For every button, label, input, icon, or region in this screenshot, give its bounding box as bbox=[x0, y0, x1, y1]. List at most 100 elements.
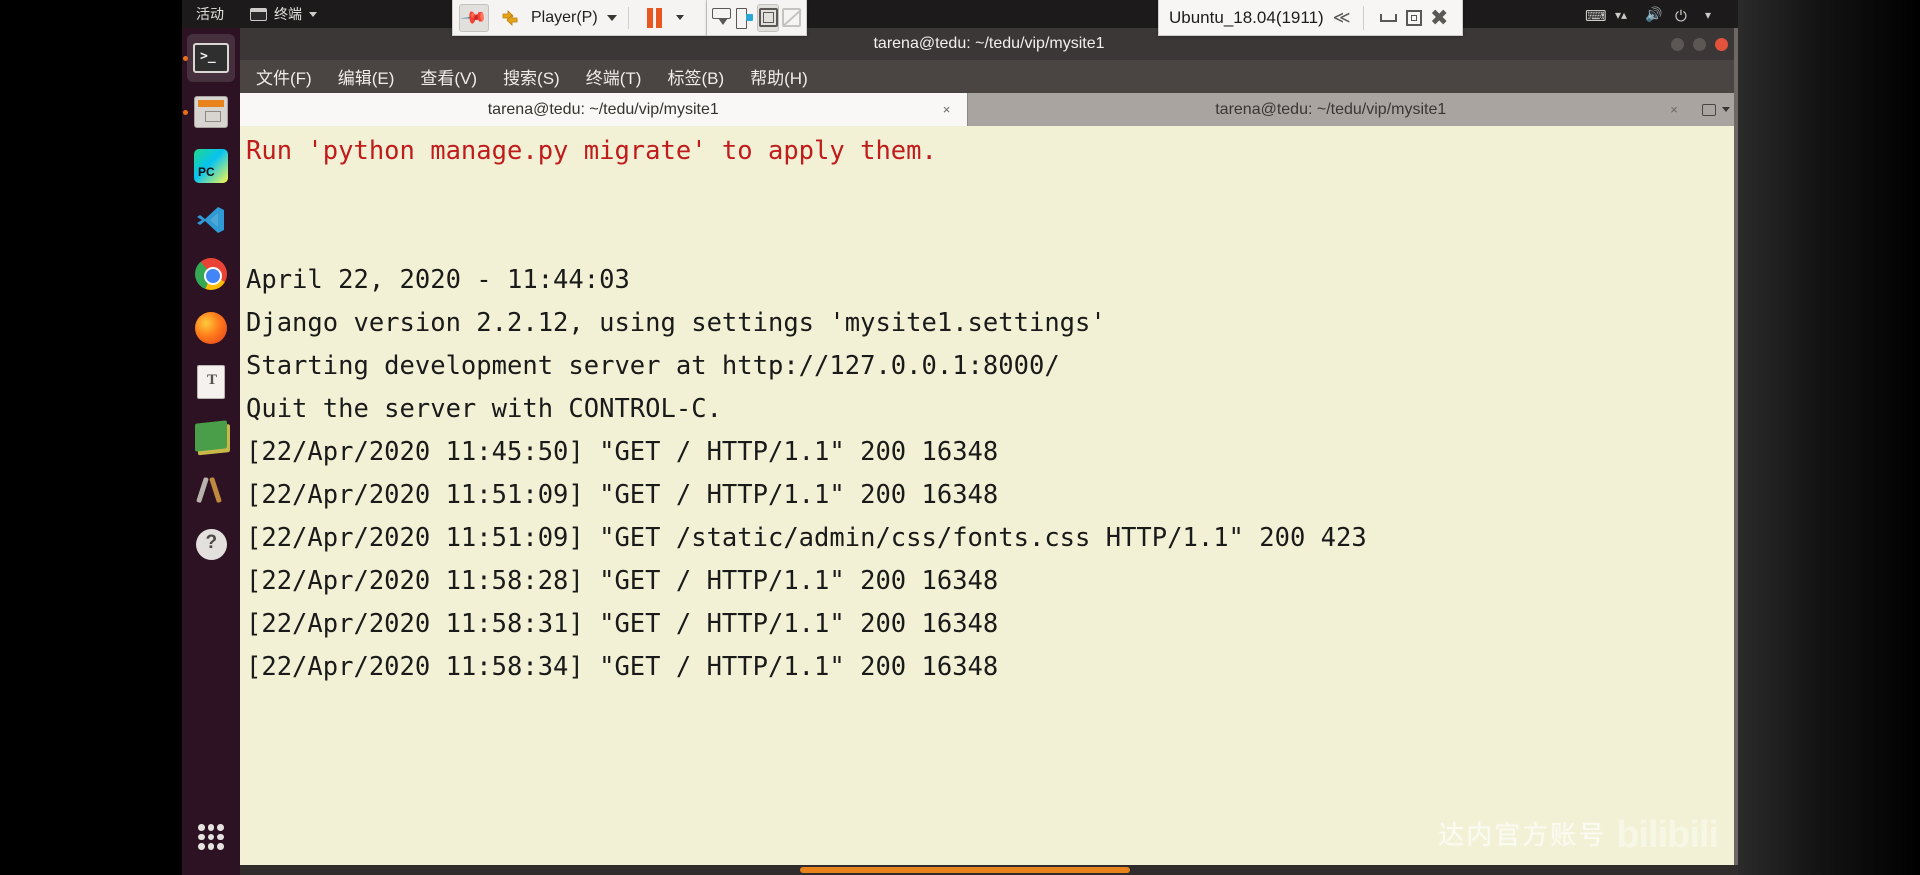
terminal-tabbar: tarena@tedu: ~/tedu/vip/mysite1 × tarena… bbox=[240, 93, 1738, 126]
player-menu-button[interactable]: Player(P) bbox=[531, 9, 598, 27]
menu-terminal[interactable]: 终端(T) bbox=[582, 62, 646, 91]
running-indicator-dot bbox=[183, 55, 188, 61]
show-applications-button[interactable] bbox=[187, 813, 235, 861]
apps-grid-icon bbox=[198, 824, 224, 850]
active-app-label: 终端 bbox=[274, 7, 302, 23]
titlebar-separator bbox=[1362, 5, 1364, 30]
watermark: 达内官方账号 bilibili bbox=[1438, 814, 1719, 857]
unity-mode-icon bbox=[781, 4, 802, 32]
keyboard-layout-icon[interactable] bbox=[1585, 7, 1602, 22]
system-tray[interactable] bbox=[1585, 7, 1722, 22]
volume-icon[interactable] bbox=[1645, 7, 1662, 22]
launcher-help[interactable] bbox=[187, 520, 235, 568]
output-line: Run 'python manage.py migrate' to apply … bbox=[246, 136, 937, 166]
network-icon[interactable] bbox=[1615, 7, 1632, 22]
output-line: [22/Apr/2020 11:58:31] "GET / HTTP/1.1" … bbox=[246, 609, 999, 639]
output-line: Quit the server with CONTROL-C. bbox=[246, 394, 722, 424]
launcher-firefox[interactable] bbox=[187, 304, 235, 352]
terminal-tab-2-label: tarena@tedu: ~/tedu/vip/mysite1 bbox=[1215, 100, 1447, 118]
pycharm-icon bbox=[194, 149, 228, 183]
text-editor-icon bbox=[197, 365, 225, 399]
chevron-down-icon[interactable] bbox=[675, 15, 684, 20]
watermark-text: 达内官方账号 bbox=[1438, 820, 1607, 850]
terminal-window-title: tarena@tedu: ~/tedu/vip/mysite1 bbox=[873, 35, 1105, 52]
launcher-files[interactable] bbox=[183, 88, 235, 136]
terminal-tab-1-label: tarena@tedu: ~/tedu/vip/mysite1 bbox=[487, 100, 719, 118]
ubuntu-top-panel: 活动 终端 bbox=[182, 0, 1738, 28]
double-chevron-left-icon[interactable]: ≪ bbox=[1333, 8, 1351, 28]
terminal-icon bbox=[193, 43, 229, 73]
new-tab-icon[interactable] bbox=[1702, 103, 1716, 116]
vscode-icon bbox=[197, 207, 224, 233]
chevron-down-icon[interactable] bbox=[1722, 107, 1730, 112]
power-icon[interactable] bbox=[1675, 7, 1692, 22]
files-icon bbox=[194, 96, 228, 128]
snapshot-icon[interactable] bbox=[711, 4, 732, 32]
letterbox-left bbox=[0, 0, 182, 875]
menu-search[interactable]: 搜索(S) bbox=[499, 62, 564, 91]
screen-root: 活动 终端 ⌨ ▾▴ 🔊 ⏻ ▾ >_ PC T ? tarena@tedu: … bbox=[0, 0, 1920, 875]
output-line: [22/Apr/2020 11:58:28] "GET / HTTP/1.1" … bbox=[246, 566, 999, 596]
chevron-down-icon[interactable] bbox=[606, 14, 617, 21]
letterbox-right bbox=[1738, 0, 1920, 875]
terminal-tab-2[interactable]: tarena@tedu: ~/tedu/vip/mysite1 × bbox=[967, 93, 1694, 126]
output-line: Django version 2.2.12, using settings 'm… bbox=[246, 308, 1106, 338]
resize-arrows-icon[interactable] bbox=[495, 4, 525, 32]
tabbar-extra-controls bbox=[1694, 93, 1738, 126]
minimize-icon[interactable] bbox=[1671, 37, 1684, 51]
horizontal-scroll-thumb[interactable] bbox=[800, 867, 1130, 873]
output-line: [22/Apr/2020 11:58:34] "GET / HTTP/1.1" … bbox=[246, 652, 999, 682]
close-tab-icon[interactable]: × bbox=[1666, 102, 1682, 118]
usb-device-icon[interactable] bbox=[734, 4, 755, 32]
launcher-pycharm[interactable] bbox=[187, 142, 235, 190]
terminal-window-buttons bbox=[1671, 28, 1728, 60]
active-app-menu[interactable]: 终端 bbox=[250, 4, 317, 24]
terminal-menubar: 文件(F) 编辑(E) 查看(V) 搜索(S) 终端(T) 标签(B) 帮助(H… bbox=[240, 60, 1738, 93]
close-button[interactable]: ✖ bbox=[1426, 5, 1452, 31]
terminal-icon bbox=[250, 7, 267, 21]
output-line: [22/Apr/2020 11:51:09] "GET /static/admi… bbox=[246, 523, 1367, 553]
close-icon[interactable] bbox=[1715, 37, 1728, 51]
ubuntu-desktop: 活动 终端 ⌨ ▾▴ 🔊 ⏻ ▾ >_ PC T ? tarena@tedu: … bbox=[182, 0, 1738, 875]
close-tab-icon[interactable]: × bbox=[939, 102, 955, 118]
launcher-text-editor[interactable] bbox=[187, 358, 235, 406]
output-line: Starting development server at http://12… bbox=[246, 351, 1060, 381]
launcher-vscode[interactable] bbox=[187, 196, 235, 244]
output-blank-line bbox=[246, 173, 1738, 216]
chevron-down-icon bbox=[309, 11, 317, 17]
menu-help[interactable]: 帮助(H) bbox=[746, 62, 812, 91]
menu-view[interactable]: 查看(V) bbox=[416, 62, 481, 91]
launcher-help-books[interactable] bbox=[187, 412, 235, 460]
output-line: [22/Apr/2020 11:51:09] "GET / HTTP/1.1" … bbox=[246, 480, 999, 510]
menu-edit[interactable]: 编辑(E) bbox=[334, 62, 399, 91]
chrome-icon bbox=[195, 258, 227, 290]
terminal-window: tarena@tedu: ~/tedu/vip/mysite1 文件(F) 编辑… bbox=[240, 28, 1738, 875]
books-icon bbox=[195, 420, 227, 452]
ubuntu-launcher bbox=[182, 28, 240, 875]
vmware-toolbar-right-group bbox=[707, 0, 807, 36]
running-indicator-dot bbox=[183, 109, 188, 115]
fullscreen-icon[interactable] bbox=[757, 3, 779, 32]
pause-icon[interactable] bbox=[640, 4, 670, 32]
launcher-tools[interactable] bbox=[187, 466, 235, 514]
terminal-tab-1[interactable]: tarena@tedu: ~/tedu/vip/mysite1 × bbox=[240, 93, 967, 126]
launcher-terminal[interactable] bbox=[183, 34, 235, 82]
vmware-toolbar-left: 📌 Player(P) bbox=[452, 0, 707, 36]
terminal-output[interactable]: Run 'python manage.py migrate' to apply … bbox=[240, 126, 1738, 875]
menu-tabs[interactable]: 标签(B) bbox=[663, 62, 728, 91]
system-menu-caret-icon[interactable] bbox=[1705, 7, 1722, 22]
pin-icon[interactable]: 📌 bbox=[459, 3, 489, 32]
activities-button[interactable]: 活动 bbox=[196, 4, 224, 24]
vmware-titlebar: Ubuntu_18.04(1911) ≪ ✖ bbox=[1158, 0, 1463, 36]
terminal-scrollbar[interactable] bbox=[1734, 28, 1738, 875]
window-bottom-strip bbox=[240, 865, 1738, 875]
help-icon bbox=[195, 528, 227, 560]
restore-button[interactable] bbox=[1401, 5, 1427, 31]
launcher-chrome[interactable] bbox=[187, 250, 235, 298]
maximize-icon[interactable] bbox=[1693, 37, 1706, 51]
firefox-icon bbox=[195, 312, 227, 344]
output-line: April 22, 2020 - 11:44:03 bbox=[246, 265, 630, 295]
menu-file[interactable]: 文件(F) bbox=[252, 62, 316, 91]
tools-icon bbox=[195, 475, 227, 505]
minimize-button[interactable] bbox=[1375, 5, 1401, 31]
